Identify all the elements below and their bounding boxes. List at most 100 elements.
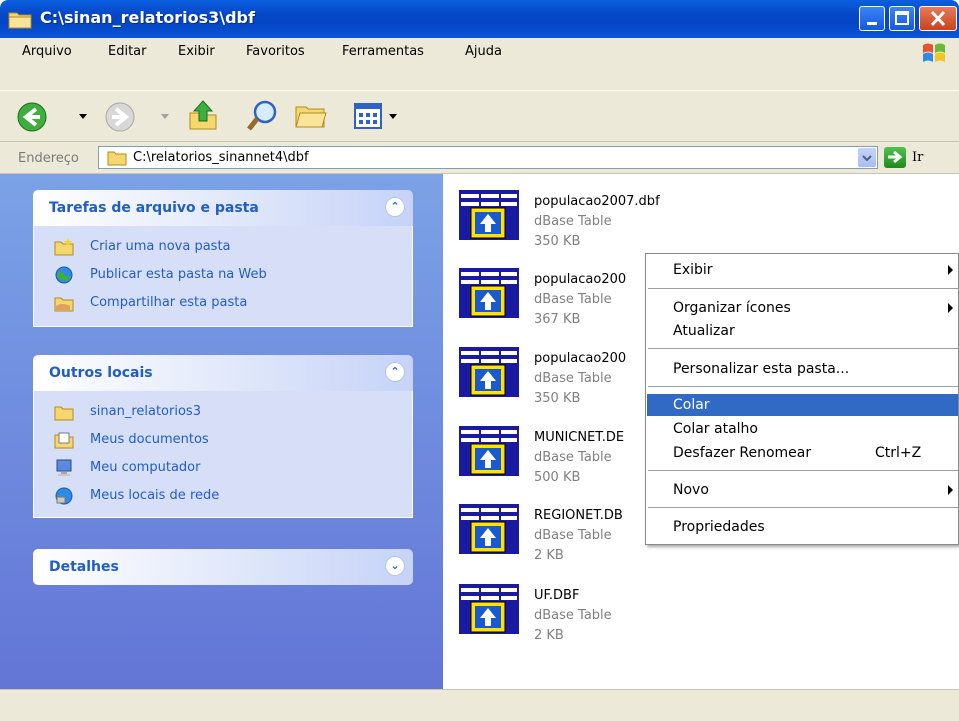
file-name: populacao2007.dbf (534, 194, 660, 209)
link-publish-web[interactable]: Publicar esta pasta na Web (34, 262, 412, 290)
file-type: dBase Table (534, 292, 612, 307)
link-label: Meus locais de rede (90, 488, 220, 503)
file-name: UF.DBF (534, 588, 580, 603)
menu-item-atualizar[interactable]: Atualizar (647, 320, 958, 342)
menu-item-shortcut: Ctrl+Z (875, 445, 922, 461)
network-icon (55, 487, 73, 505)
toolbar (0, 90, 959, 142)
menu-separator (648, 470, 958, 471)
forward-dropdown-icon[interactable] (160, 113, 170, 121)
up-folder-icon[interactable] (186, 99, 220, 133)
task-pane: Tarefas de arquivo e pasta ⌃ Criar uma n… (0, 174, 443, 689)
panel-other-places: Outros locais ⌃ sinan_relatorios3 Meus d… (33, 355, 413, 518)
forward-icon[interactable] (104, 101, 136, 133)
menu-item-personalizar[interactable]: Personalizar esta pasta... (647, 358, 958, 380)
panel-body: sinan_relatorios3 Meus documentos Meu co… (33, 391, 413, 518)
panel-header[interactable]: Outros locais ⌃ (33, 355, 413, 391)
menu-ferramentas[interactable]: Ferramentas (342, 44, 424, 59)
dbase-table-icon (459, 190, 519, 240)
link-label: sinan_relatorios3 (90, 404, 201, 419)
search-icon[interactable] (246, 99, 280, 133)
link-new-folder[interactable]: Criar uma nova pasta (34, 234, 412, 262)
collapse-up-icon[interactable]: ⌃ (385, 197, 405, 217)
menu-separator (648, 386, 958, 387)
menu-item-label: Personalizar esta pasta... (673, 361, 850, 377)
file-type: dBase Table (534, 528, 612, 543)
address-value: C:\relatorios_sinannet4\dbf (133, 150, 309, 165)
dbase-table-icon (459, 268, 519, 318)
maximize-button[interactable] (889, 6, 915, 31)
computer-icon (56, 459, 72, 476)
views-dropdown-icon[interactable] (388, 113, 398, 121)
link-my-documents[interactable]: Meus documentos (34, 427, 412, 455)
menu-item-desfazer-renomear[interactable]: Desfazer Renomear Ctrl+Z (647, 442, 958, 464)
panel-details: Detalhes ⌄ (33, 549, 413, 585)
menu-item-label: Propriedades (673, 519, 765, 535)
close-button[interactable] (919, 6, 957, 31)
menu-editar[interactable]: Editar (108, 44, 147, 59)
folders-icon[interactable] (294, 101, 328, 131)
address-label: Endereço (18, 151, 79, 166)
folder-icon (54, 406, 74, 421)
file-name: populacao200 (534, 272, 627, 287)
menu-item-exibir[interactable]: Exibir (647, 259, 958, 281)
link-my-computer[interactable]: Meu computador (34, 455, 412, 483)
panel-header[interactable]: Detalhes ⌄ (33, 549, 413, 585)
go-label[interactable]: Ir (912, 150, 923, 165)
menu-favoritos[interactable]: Favoritos (246, 44, 305, 59)
menu-item-label: Atualizar (673, 323, 735, 339)
views-icon[interactable] (354, 103, 382, 129)
menu-separator (648, 288, 958, 289)
link-label: Compartilhar esta pasta (90, 295, 248, 310)
menu-item-propriedades[interactable]: Propriedades (647, 516, 958, 538)
address-input[interactable]: C:\relatorios_sinannet4\dbf (98, 146, 878, 169)
status-bar (0, 689, 959, 721)
file-type: dBase Table (534, 371, 612, 386)
link-sinan-relatorios3[interactable]: sinan_relatorios3 (34, 399, 412, 427)
minimize-button[interactable] (859, 6, 885, 31)
dbase-table-icon (459, 504, 519, 554)
file-type: dBase Table (534, 608, 612, 623)
go-button[interactable] (884, 147, 906, 168)
submenu-arrow-icon (948, 485, 953, 495)
collapse-up-icon[interactable]: ⌃ (385, 362, 405, 382)
link-network-places[interactable]: Meus locais de rede (34, 483, 412, 511)
panel-title: Outros locais (49, 365, 153, 381)
address-bar: Endereço C:\relatorios_sinannet4\dbf Ir (0, 142, 959, 174)
menu-item-colar-atalho[interactable]: Colar atalho (647, 418, 958, 440)
file-item[interactable]: UF.DBF dBase Table 2 KB (457, 582, 757, 652)
menu-exibir[interactable]: Exibir (178, 44, 215, 59)
expand-down-icon[interactable]: ⌄ (385, 556, 405, 576)
panel-title: Tarefas de arquivo e pasta (49, 200, 259, 216)
file-item[interactable]: populacao2007.dbf dBase Table 350 KB (457, 188, 757, 258)
menu-bar: Arquivo Editar Exibir Favoritos Ferramen… (0, 38, 959, 96)
context-menu: Exibir Organizar ícones Atualizar Person… (645, 253, 959, 545)
link-share-folder[interactable]: Compartilhar esta pasta (34, 290, 412, 318)
menu-item-organizar-icones[interactable]: Organizar ícones (647, 297, 958, 319)
address-dropdown-button[interactable] (858, 148, 876, 167)
close-icon (930, 10, 946, 27)
menu-item-novo[interactable]: Novo (647, 479, 958, 501)
new-folder-icon (54, 238, 74, 256)
window-title: C:\sinan_relatorios3\dbf (40, 8, 255, 27)
menu-item-label: Colar atalho (673, 421, 758, 437)
panel-header[interactable]: Tarefas de arquivo e pasta ⌃ (33, 190, 413, 226)
title-bar[interactable]: C:\sinan_relatorios3\dbf (0, 0, 959, 38)
file-size: 367 KB (534, 312, 581, 327)
menu-item-label: Exibir (673, 262, 713, 278)
menu-arquivo[interactable]: Arquivo (22, 44, 72, 59)
folder-icon (107, 151, 127, 166)
menu-item-colar[interactable]: Colar (647, 394, 958, 416)
file-size: 2 KB (534, 548, 564, 563)
file-size: 2 KB (534, 628, 564, 643)
link-label: Publicar esta pasta na Web (90, 267, 267, 282)
menu-ajuda[interactable]: Ajuda (465, 44, 502, 59)
chevron-down-icon (862, 155, 872, 162)
submenu-arrow-icon (948, 265, 953, 275)
back-dropdown-icon[interactable] (78, 113, 88, 121)
menu-item-label: Organizar ícones (673, 300, 791, 316)
dbase-table-icon (459, 426, 519, 476)
folder-icon (8, 12, 32, 29)
link-label: Meu computador (90, 460, 201, 475)
back-icon[interactable] (16, 101, 48, 133)
